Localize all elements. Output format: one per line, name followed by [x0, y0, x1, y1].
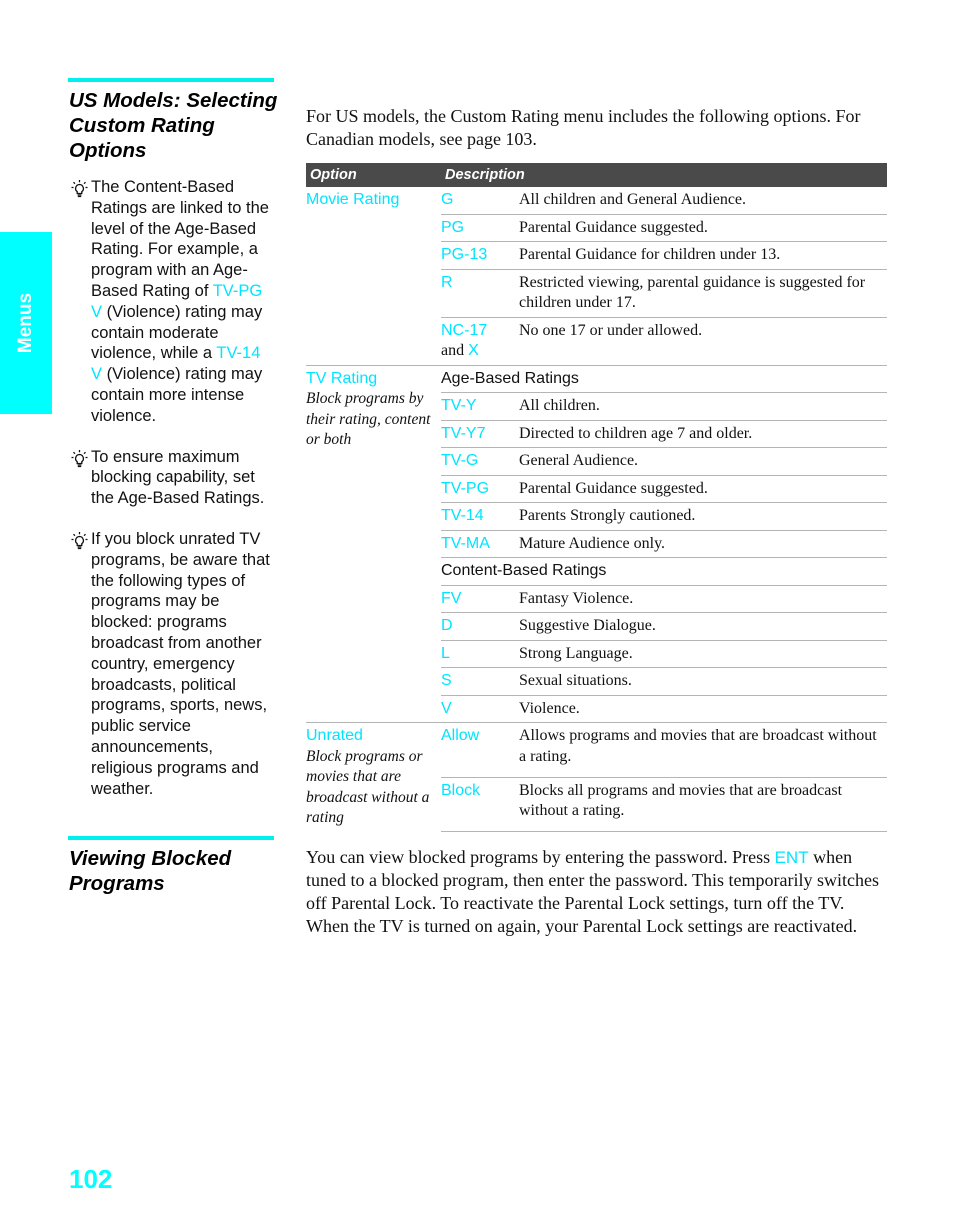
- tip-note: If you block unrated TV programs, be awa…: [70, 529, 275, 799]
- rating-description: All children.: [519, 392, 887, 420]
- rating-description: Restricted viewing, parental guidance is…: [519, 268, 887, 317]
- rating-code-text: L: [441, 644, 450, 662]
- option-name: Movie Rating: [306, 191, 400, 208]
- option-description: Block programs by their rating, content …: [306, 390, 431, 448]
- rating-code-text: R: [441, 273, 453, 291]
- rating-code-text: Allow: [441, 727, 480, 744]
- section-rule: [68, 836, 274, 840]
- rating-description: Strong Language.: [519, 639, 887, 668]
- lightbulb-tip-icon: [70, 449, 89, 468]
- option-cell: Unrated Block programs or movies that are…: [306, 722, 441, 832]
- rating-description: Mature Audience only.: [519, 529, 887, 558]
- rating-code: TV-14: [441, 502, 519, 530]
- note-text: To ensure maximum blocking capability, s…: [91, 447, 265, 508]
- rating-code-text: TV-G: [441, 452, 479, 469]
- table-row: Movie Rating G All children and General Au…: [306, 187, 887, 214]
- rating-code: TV-Y: [441, 392, 519, 420]
- option-name: Unrated: [306, 727, 363, 744]
- rating-description: Fantasy Violence.: [519, 584, 887, 613]
- rating-description: Suggestive Dialogue.: [519, 612, 887, 640]
- option-name: TV Rating: [306, 369, 378, 387]
- option-cell: Movie Rating: [306, 187, 441, 365]
- note-text: (Violence) rating may contain more inten…: [91, 365, 263, 425]
- lightbulb-tip-icon: [70, 531, 89, 550]
- option-description: Block programs or movies that are broadc…: [306, 747, 430, 827]
- rating-code: TV-PG: [441, 474, 519, 503]
- rating-code: D: [441, 612, 519, 640]
- tip-note: The Content-Based Ratings are linked to …: [70, 177, 275, 427]
- rating-code-text: NC-17: [441, 321, 488, 339]
- rating-code: Allow: [441, 722, 519, 777]
- rating-code: TV-MA: [441, 529, 519, 558]
- rating-code: R: [441, 268, 519, 317]
- rating-description: Sexual situations.: [519, 667, 887, 695]
- rating-code: TV-Y7: [441, 419, 519, 448]
- rating-code: PG-13: [441, 241, 519, 269]
- rating-code-text: FV: [441, 589, 462, 607]
- table-subheading-row: TV Rating Block programs by their rating,…: [306, 364, 887, 723]
- rating-code: TV-G: [441, 447, 519, 475]
- rating-category-label: Age-Based Ratings: [441, 364, 887, 393]
- rating-code-text: Block: [441, 781, 481, 799]
- intro-paragraph: For US models, the Custom Rating menu in…: [306, 106, 861, 149]
- rating-category-label: Content-Based Ratings: [441, 557, 887, 585]
- lightbulb-tip-icon: [70, 179, 89, 198]
- header-description: Description: [441, 163, 887, 187]
- rating-code: S: [441, 667, 519, 695]
- section-heading-custom-rating: US Models: Selecting Custom Rating Optio…: [69, 89, 278, 162]
- custom-rating-table: Option Description Movie Rating G All chil…: [306, 163, 887, 832]
- side-tab-label: Menus: [15, 292, 36, 354]
- rating-code: FV: [441, 584, 519, 613]
- rating-description: General Audience.: [519, 447, 887, 475]
- header-option: Option: [306, 163, 441, 187]
- rating-code: L: [441, 639, 519, 668]
- section-heading-viewing-blocked: Viewing Blocked Programs: [69, 847, 232, 895]
- rating-code: V: [441, 694, 519, 723]
- rating-code: PG: [441, 213, 519, 242]
- rating-code-text: TV-14: [441, 507, 484, 524]
- body-text: You can view blocked programs by enterin…: [306, 847, 775, 867]
- rating-code: NC-17 and X: [441, 316, 519, 365]
- rating-code-text: TV-MA: [441, 534, 490, 552]
- rating-description: Blocks all programs and movies that are …: [519, 776, 887, 832]
- rating-code-text: TV-Y7: [441, 424, 486, 442]
- rating-description: Violence.: [519, 694, 887, 723]
- rating-code-conjunction: and: [441, 342, 469, 359]
- table-header-row: Option Description: [306, 163, 887, 187]
- tip-note: To ensure maximum blocking capability, s…: [70, 447, 275, 509]
- tip-notes: The Content-Based Ratings are linked to …: [70, 177, 275, 819]
- rating-code: Block: [441, 776, 519, 832]
- rating-description: All children and General Audience.: [519, 191, 747, 208]
- note-text: If you block unrated TV programs, be awa…: [91, 529, 270, 798]
- rating-description: Parental Guidance suggested.: [519, 474, 887, 503]
- rating-description: Parental Guidance for children under 13.: [519, 241, 887, 269]
- rating-code-text: PG: [441, 218, 465, 236]
- section-rule: [68, 78, 274, 82]
- rating-code-text: TV-PG: [441, 479, 490, 497]
- table-row: Unrated Block programs or movies that are…: [306, 722, 887, 832]
- rating-code: G: [441, 187, 519, 214]
- rating-description: Parents Strongly cautioned.: [519, 502, 887, 530]
- rating-description: No one 17 or under allowed.: [519, 316, 887, 365]
- rating-description: Directed to children age 7 and older.: [519, 419, 887, 448]
- page-number: 102: [69, 1164, 113, 1194]
- rating-code-text: PG-13: [441, 246, 488, 263]
- rating-description: Parental Guidance suggested.: [519, 213, 887, 242]
- rating-code-text: V: [441, 699, 452, 717]
- option-cell: TV Rating Block programs by their rating,…: [306, 364, 441, 723]
- section-side-tab: Menus: [0, 232, 52, 414]
- ent-key-label: ENT: [774, 848, 809, 867]
- rating-code-text: TV-Y: [441, 397, 477, 414]
- rating-code-text: D: [441, 617, 453, 634]
- rating-description: Allows programs and movies that are broa…: [519, 722, 887, 777]
- rating-code-text: G: [441, 191, 454, 208]
- rating-code-text: S: [441, 672, 452, 689]
- rating-code-text: X: [468, 342, 479, 359]
- viewing-blocked-paragraph: You can view blocked programs by enterin…: [306, 846, 890, 938]
